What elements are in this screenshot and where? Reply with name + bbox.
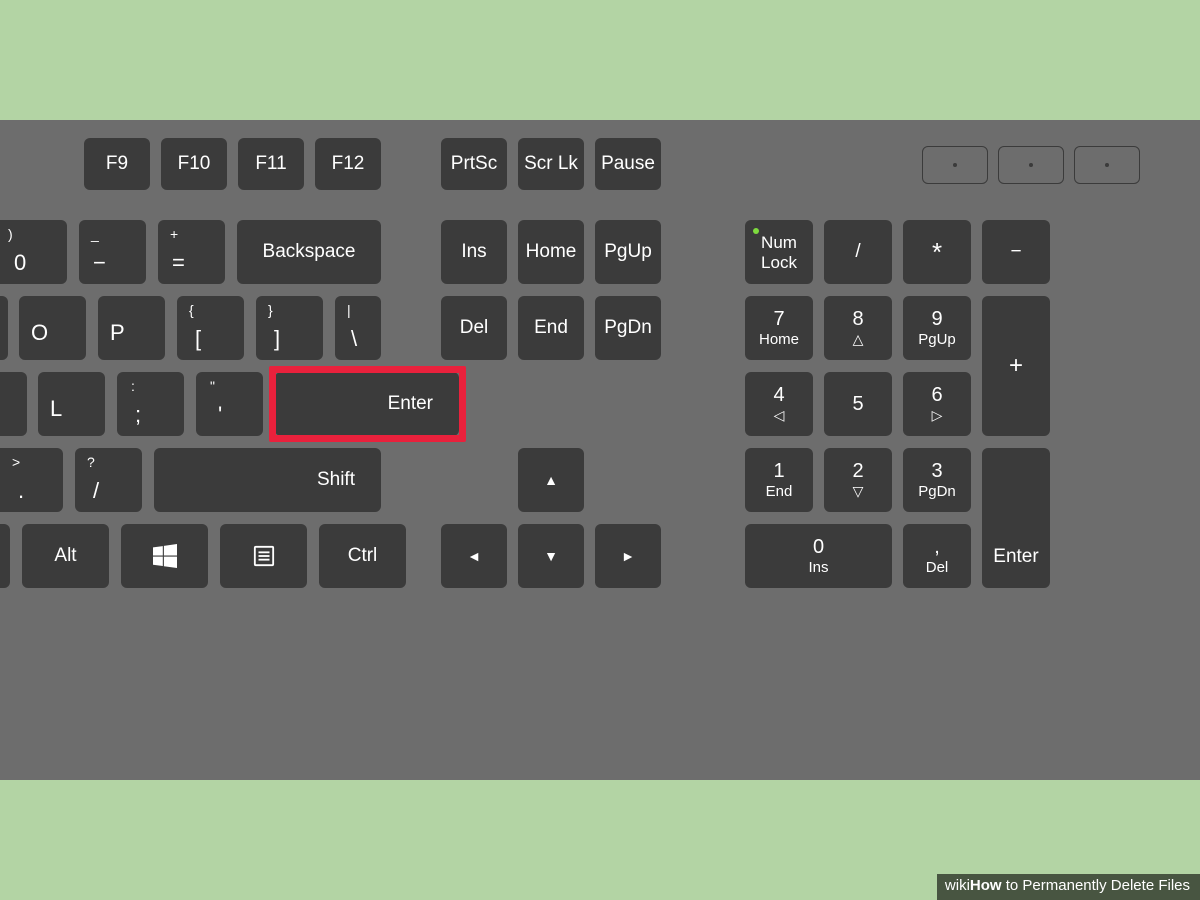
key-numpad-7[interactable]: 7 Home: [745, 296, 813, 360]
key-backslash[interactable]: | \: [335, 296, 381, 360]
arrow-down-icon: ▼: [544, 548, 558, 564]
key-numpad-enter[interactable]: Enter: [982, 448, 1050, 588]
key-alt[interactable]: Alt: [22, 524, 109, 588]
numlock-led-icon: [753, 228, 759, 234]
arrow-left-icon: ◄: [467, 548, 481, 564]
key-f11[interactable]: F11: [238, 138, 304, 190]
key-slash[interactable]: ? /: [75, 448, 142, 512]
key-arrow-right[interactable]: ►: [595, 524, 661, 588]
key-equals[interactable]: + =: [158, 220, 225, 284]
key-ctrl[interactable]: Ctrl: [319, 524, 406, 588]
key-arrow-left[interactable]: ◄: [441, 524, 507, 588]
wikihow-caption: wikiHow to Permanently Delete Files: [937, 874, 1200, 900]
key-arrow-up[interactable]: ▲: [518, 448, 584, 512]
key-quote[interactable]: " ': [196, 372, 263, 436]
led-indicator-1: [922, 146, 988, 184]
key-arrow-down[interactable]: ▼: [518, 524, 584, 588]
key-left-bracket[interactable]: { [: [177, 296, 244, 360]
key-numpad-5[interactable]: 5: [824, 372, 892, 436]
key-numpad-dot[interactable]: , Del: [903, 524, 971, 588]
key-numpad-1[interactable]: 1 End: [745, 448, 813, 512]
key-backspace[interactable]: Backspace: [237, 220, 381, 284]
key-numpad-star[interactable]: *: [903, 220, 971, 284]
key-minus[interactable]: _ −: [79, 220, 146, 284]
key-numlock[interactable]: Num Lock: [745, 220, 813, 284]
key-numpad-plus[interactable]: +: [982, 296, 1050, 436]
key-pause[interactable]: Pause: [595, 138, 661, 190]
key-enter[interactable]: Enter: [275, 372, 459, 436]
key-f10[interactable]: F10: [161, 138, 227, 190]
key-0[interactable]: ) 0: [0, 220, 67, 284]
key-edge-2: [0, 372, 27, 436]
key-numpad-4[interactable]: 4 ◁: [745, 372, 813, 436]
key-end[interactable]: End: [518, 296, 584, 360]
key-edge-1: [0, 296, 8, 360]
led-indicator-3: [1074, 146, 1140, 184]
key-home[interactable]: Home: [518, 220, 584, 284]
key-numpad-9[interactable]: 9 PgUp: [903, 296, 971, 360]
key-p[interactable]: P: [98, 296, 165, 360]
key-prtsc[interactable]: PrtSc: [441, 138, 507, 190]
key-numpad-8[interactable]: 8 △: [824, 296, 892, 360]
led-indicator-2: [998, 146, 1064, 184]
key-right-bracket[interactable]: } ]: [256, 296, 323, 360]
windows-icon: [153, 544, 177, 568]
key-pgup[interactable]: PgUp: [595, 220, 661, 284]
arrow-up-icon: ▲: [544, 472, 558, 488]
keyboard-diagram: F9 F10 F11 F12 PrtSc Scr Lk Pause ) 0 _ …: [0, 120, 1200, 780]
key-o[interactable]: O: [19, 296, 86, 360]
key-numpad-6[interactable]: 6 ▷: [903, 372, 971, 436]
key-numpad-minus[interactable]: −: [982, 220, 1050, 284]
key-f9[interactable]: F9: [84, 138, 150, 190]
key-pgdn[interactable]: PgDn: [595, 296, 661, 360]
key-ins[interactable]: Ins: [441, 220, 507, 284]
key-l[interactable]: L: [38, 372, 105, 436]
key-semicolon[interactable]: : ;: [117, 372, 184, 436]
key-f12[interactable]: F12: [315, 138, 381, 190]
key-shift[interactable]: Shift: [154, 448, 381, 512]
key-numpad-3[interactable]: 3 PgDn: [903, 448, 971, 512]
key-scrlk[interactable]: Scr Lk: [518, 138, 584, 190]
key-edge-3: [0, 524, 10, 588]
key-del[interactable]: Del: [441, 296, 507, 360]
key-period[interactable]: > .: [0, 448, 63, 512]
arrow-right-icon: ►: [621, 548, 635, 564]
key-numpad-0[interactable]: 0 Ins: [745, 524, 892, 588]
menu-icon: [253, 545, 275, 567]
key-menu[interactable]: [220, 524, 307, 588]
key-numpad-slash[interactable]: /: [824, 220, 892, 284]
key-windows[interactable]: [121, 524, 208, 588]
key-numpad-2[interactable]: 2 ▽: [824, 448, 892, 512]
